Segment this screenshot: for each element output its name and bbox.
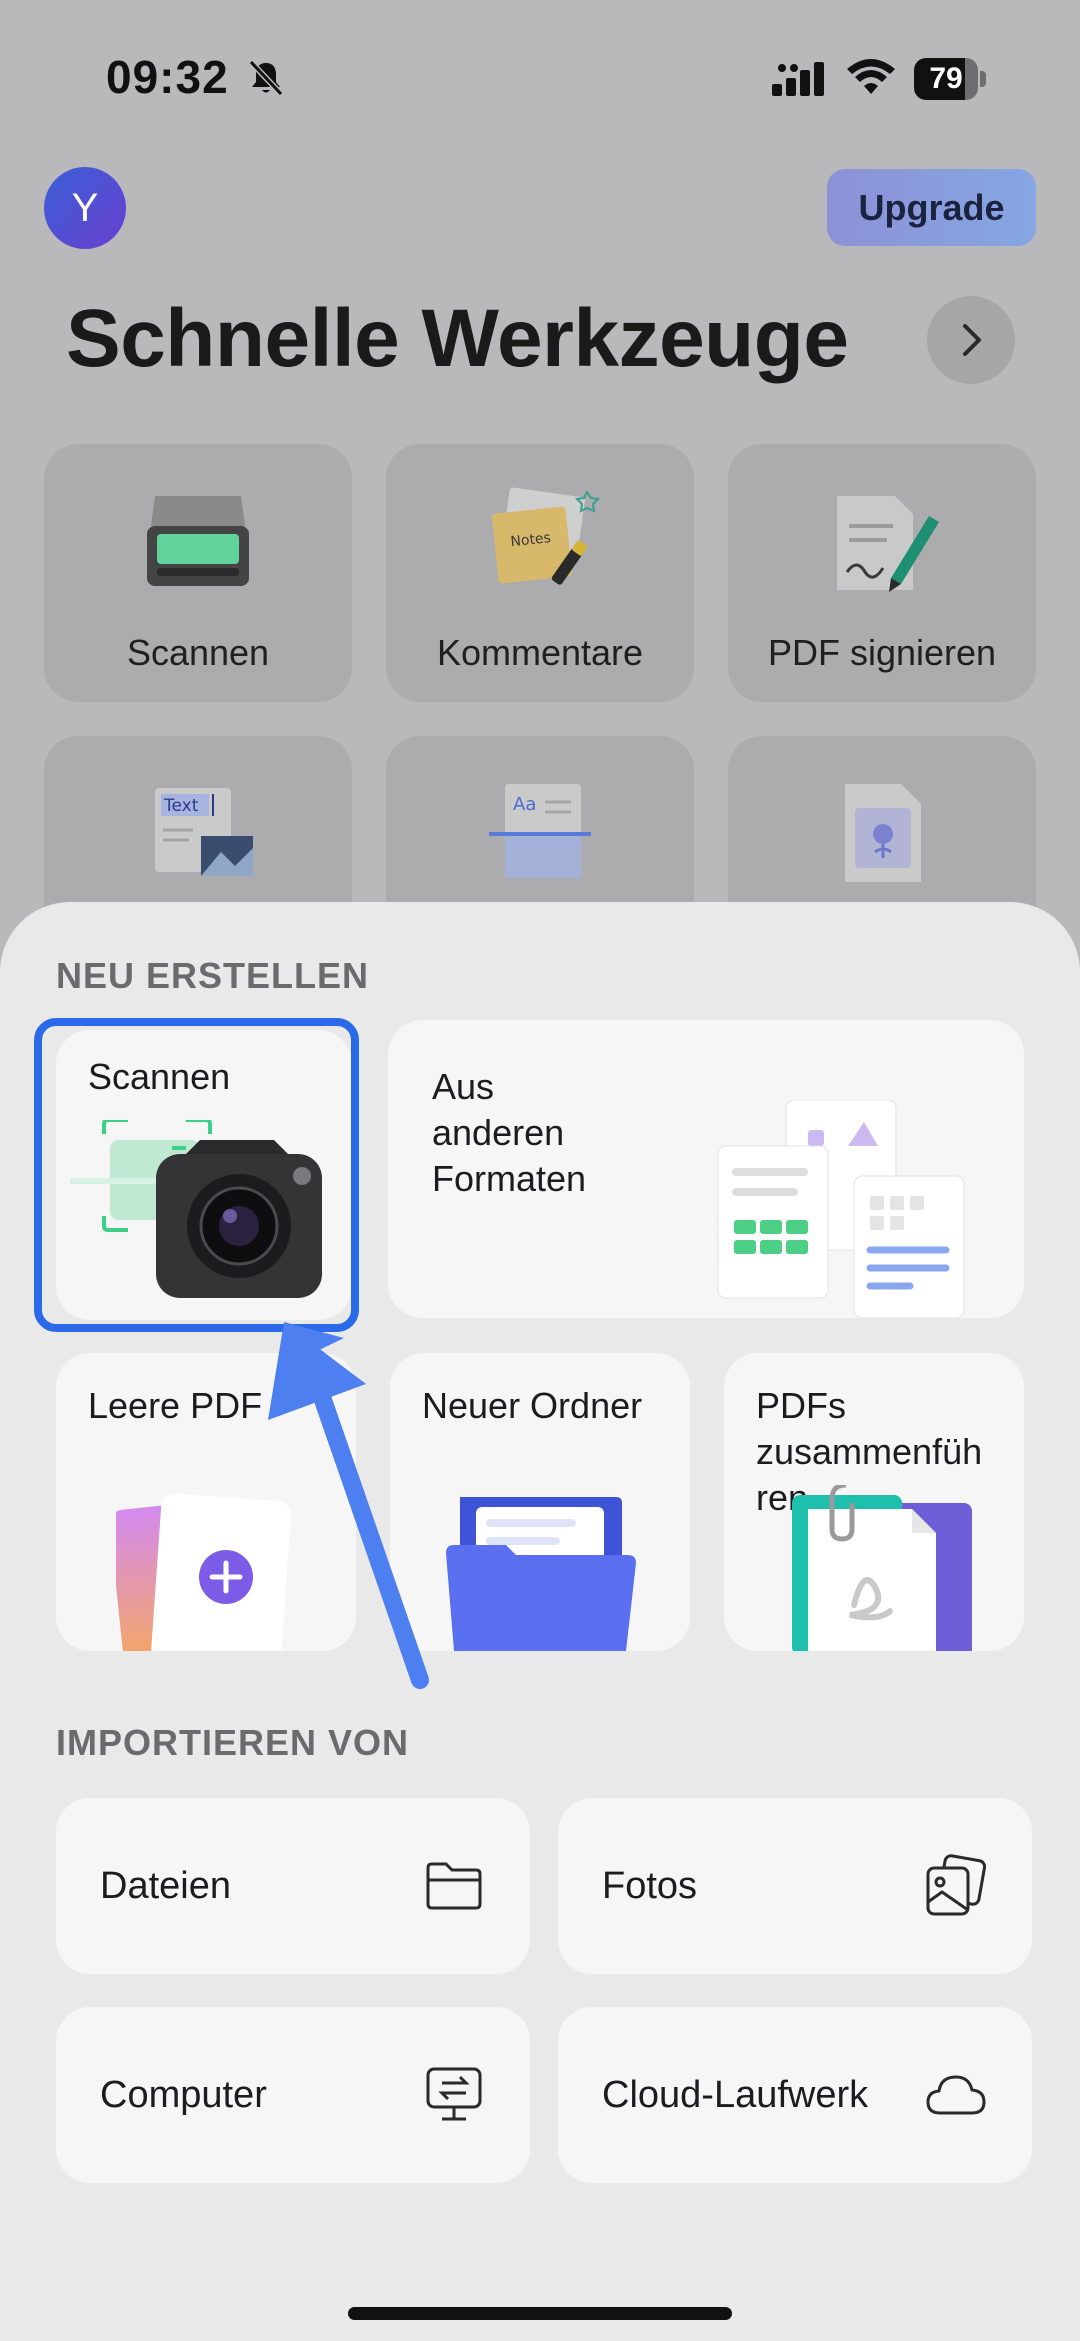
import-files-button[interactable]: Dateien: [56, 1798, 530, 1974]
card-label: Neuer Ordner: [422, 1385, 643, 1426]
chevron-right-icon: [963, 324, 981, 356]
create-merge-pdfs-card[interactable]: PDFs zusammenfüh ren: [724, 1353, 1024, 1651]
upgrade-button[interactable]: Upgrade: [827, 169, 1036, 246]
tool-scan[interactable]: Scannen: [44, 444, 352, 702]
tool-label: Scannen: [126, 632, 270, 673]
section-title-import: IMPORTIEREN VON: [56, 1722, 410, 1763]
avatar[interactable]: Y: [44, 167, 126, 249]
section-title-create: NEU ERSTELLEN: [56, 955, 370, 996]
import-photos-button[interactable]: Fotos: [558, 1798, 1032, 1974]
card-label-line-1: Aus: [432, 1066, 495, 1107]
image-file-icon: [845, 784, 921, 882]
import-label: Computer: [100, 2074, 267, 2116]
tool-label: PDF signieren: [767, 632, 997, 673]
cloud-icon: [926, 2075, 986, 2115]
card-label-line-2: anderen: [432, 1112, 565, 1153]
folder-illustration: [446, 1497, 636, 1651]
tool-sign-pdf[interactable]: PDF signieren: [728, 444, 1036, 702]
tool-comments[interactable]: Notes Kommentare: [386, 444, 694, 702]
highlight-outline: [34, 1018, 359, 1332]
cellular-signal-icon: [772, 62, 824, 96]
merge-pdf-icon: [792, 1485, 972, 1651]
pen-sign-icon: [837, 496, 939, 592]
documents-illustration: [717, 1100, 965, 1318]
page-title: Schnelle Werkzeuge: [66, 293, 849, 384]
battery-indicator: 79: [914, 58, 986, 100]
card-label-line-1: PDFs: [756, 1385, 846, 1426]
wifi-icon: [847, 59, 895, 94]
folder-icon: [426, 1862, 482, 1910]
import-cloud-drive-button[interactable]: Cloud-Laufwerk: [558, 2007, 1032, 2183]
home-indicator[interactable]: [348, 2307, 732, 2320]
ocr-document-icon: Aa: [489, 784, 591, 878]
create-from-other-formats-card[interactable]: Aus anderen Formaten: [388, 1020, 1024, 1318]
sticky-notes-icon: Notes: [491, 487, 601, 585]
card-label-line-3: Formaten: [432, 1158, 587, 1199]
import-label: Fotos: [602, 1865, 698, 1907]
svg-text:Aa: Aa: [513, 794, 536, 815]
see-all-tools-button[interactable]: [927, 296, 1015, 384]
arrow-pointer-icon: [268, 1322, 429, 1689]
svg-text:Text: Text: [163, 796, 199, 816]
card-label-line-2: zusammenfüh: [756, 1431, 983, 1472]
import-label: Cloud-Laufwerk: [602, 2074, 869, 2116]
bell-muted-icon: [248, 59, 284, 97]
computer-transfer-icon: [426, 2067, 482, 2121]
tool-label: Kommentare: [436, 632, 644, 673]
import-label: Dateien: [100, 1865, 231, 1907]
photos-icon: [926, 1854, 987, 1916]
text-image-icon: Text: [155, 788, 253, 876]
scanner-icon: [147, 496, 249, 586]
card-label: Leere PDF: [88, 1385, 263, 1426]
import-computer-button[interactable]: Computer: [56, 2007, 530, 2183]
status-time: 09:32: [106, 51, 229, 103]
